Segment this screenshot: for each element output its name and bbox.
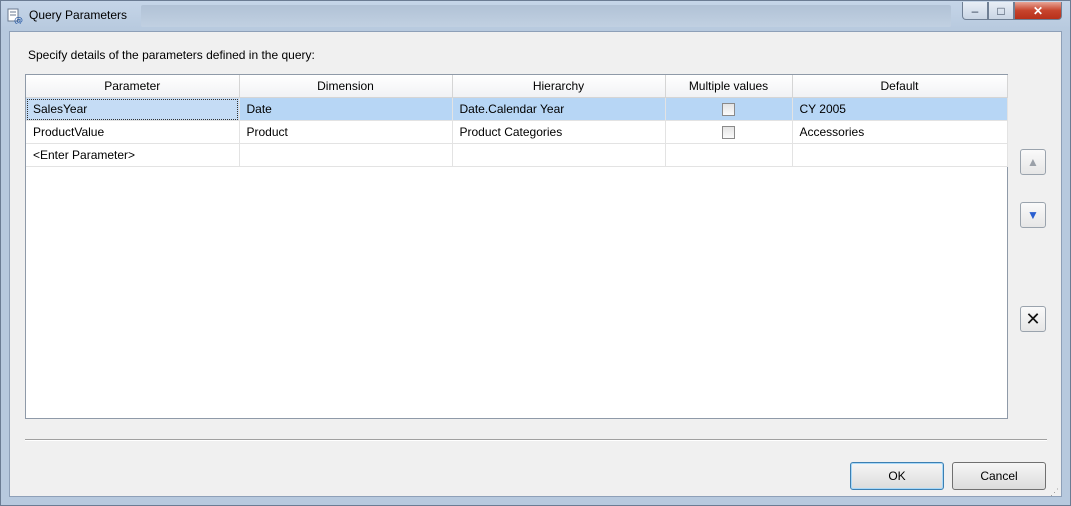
close-icon: ✕ [1032,3,1044,18]
enter-parameter-cell[interactable]: <Enter Parameter> [26,143,240,167]
maximize-button[interactable]: □ [988,2,1014,20]
multiple-values-cell[interactable] [665,120,793,144]
dimension-cell[interactable]: Product [239,120,453,144]
column-header-parameter[interactable]: Parameter [26,75,240,98]
arrow-down-icon: ▼ [1027,208,1039,222]
arrow-up-icon: ▲ [1027,155,1039,169]
query-parameters-dialog: @ Query Parameters – □ ✕ Specify details… [0,0,1071,506]
hierarchy-cell[interactable]: Date.Calendar Year [452,97,666,121]
cancel-button[interactable]: Cancel [952,462,1046,490]
column-header-multiple-values[interactable]: Multiple values [665,75,793,98]
resize-grip-icon[interactable]: ⋰ [1050,487,1059,498]
column-header-default[interactable]: Default [792,75,1008,98]
multiple-values-cell[interactable] [665,143,793,167]
delete-parameter-button[interactable]: ✕ [1020,306,1046,332]
table-row[interactable]: ProductValue Product Product Categories … [26,120,1008,144]
dialog-body: Specify details of the parameters define… [9,31,1062,497]
parameters-grid[interactable]: Parameter Dimension Hierarchy Multiple v… [25,74,1008,419]
parameter-cell[interactable]: ProductValue [26,120,240,144]
grid-header-row: Parameter Dimension Hierarchy Multiple v… [26,75,1008,98]
hierarchy-cell[interactable] [452,143,666,167]
default-cell[interactable] [792,143,1008,167]
dimension-cell[interactable]: Date [239,97,453,121]
column-header-hierarchy[interactable]: Hierarchy [452,75,666,98]
column-header-dimension[interactable]: Dimension [239,75,453,98]
maximize-icon: □ [997,3,1005,18]
multiple-values-checkbox[interactable] [722,103,735,117]
default-cell[interactable]: CY 2005 [792,97,1008,121]
move-up-button[interactable]: ▲ [1020,149,1046,175]
window-title: Query Parameters [29,8,128,22]
ok-button[interactable]: OK [850,462,944,490]
title-bar[interactable]: @ Query Parameters – □ ✕ [1,1,1070,31]
default-cell[interactable]: Accessories [792,120,1008,144]
hierarchy-cell[interactable]: Product Categories [452,120,666,144]
background-window-title [141,5,951,27]
svg-text:@: @ [14,16,23,24]
minimize-button[interactable]: – [962,2,988,20]
minimize-icon: – [971,3,979,18]
parameter-cell[interactable]: SalesYear [26,97,240,121]
table-row[interactable]: SalesYear Date Date.Calendar Year CY 200… [26,97,1008,121]
query-parameters-icon: @ [7,8,23,26]
multiple-values-cell[interactable] [665,97,793,121]
multiple-values-checkbox[interactable] [722,126,735,140]
instructions-label: Specify details of the parameters define… [28,48,315,62]
close-button[interactable]: ✕ [1014,2,1062,20]
dimension-cell[interactable] [239,143,453,167]
new-parameter-row[interactable]: <Enter Parameter> [26,143,1008,167]
separator-line [25,439,1047,441]
delete-icon: ✕ [1025,308,1041,329]
move-down-button[interactable]: ▼ [1020,202,1046,228]
